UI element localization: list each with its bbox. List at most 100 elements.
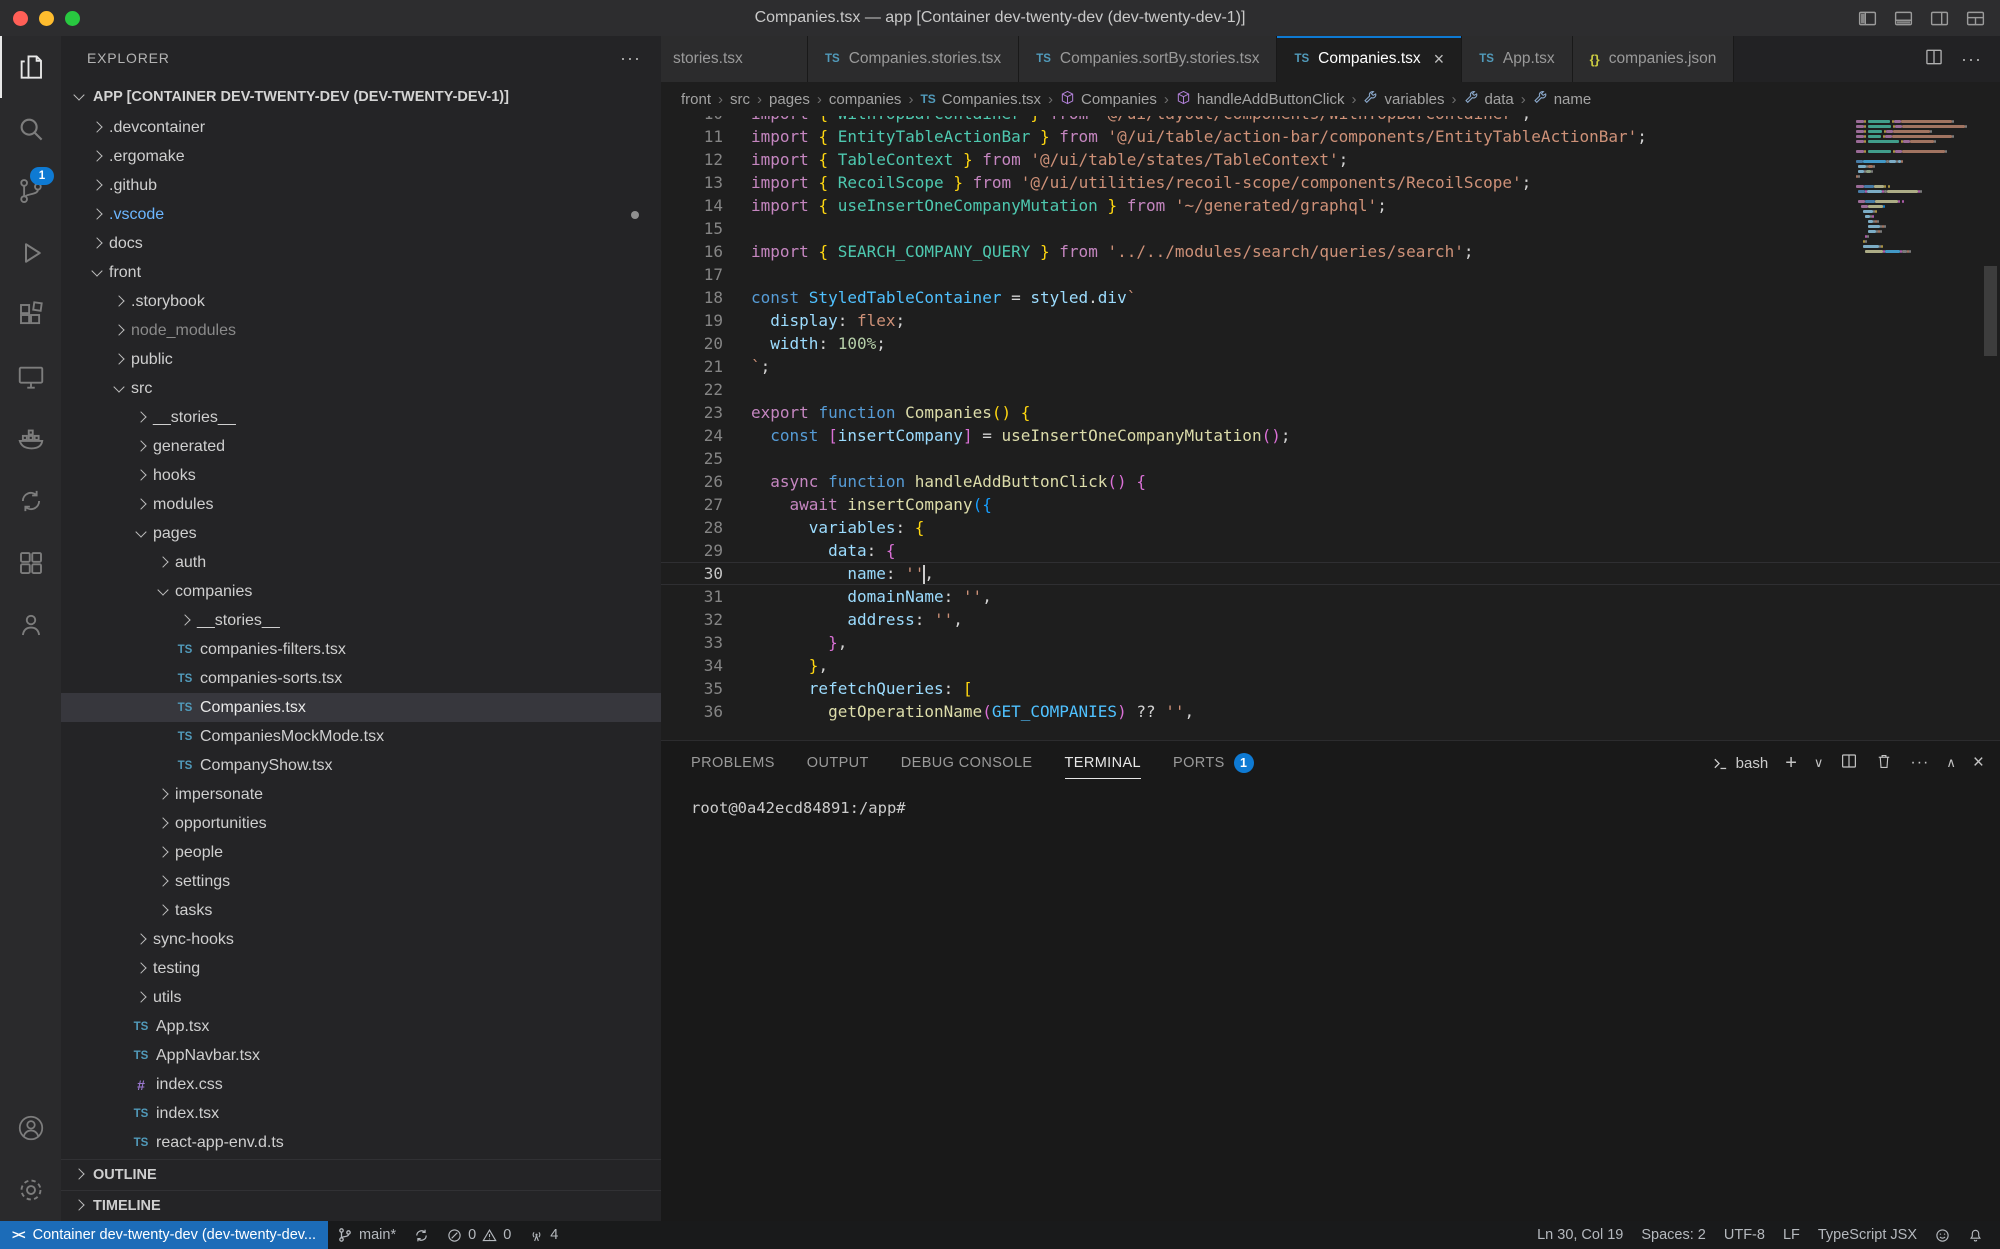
tab-companies.json[interactable]: {}companies.json bbox=[1573, 36, 1735, 82]
line-number[interactable]: 27 bbox=[661, 493, 751, 516]
code-line-36[interactable]: 36 getOperationName(GET_COMPANIES) ?? ''… bbox=[661, 700, 2000, 723]
outline-section-header[interactable]: OUTLINE bbox=[61, 1159, 661, 1190]
line-number[interactable]: 36 bbox=[661, 700, 751, 723]
code-editor[interactable]: 10import { WithTopBarContainer } from '@… bbox=[661, 116, 2000, 741]
line-number[interactable]: 29 bbox=[661, 539, 751, 562]
code-line-24[interactable]: 24 const [insertCompany] = useInsertOneC… bbox=[661, 424, 2000, 447]
code-line-23[interactable]: 23export function Companies() { bbox=[661, 401, 2000, 424]
code-line-26[interactable]: 26 async function handleAddButtonClick()… bbox=[661, 470, 2000, 493]
breadcrumb-item-companies[interactable]: companies bbox=[829, 91, 902, 108]
settings-gear-icon[interactable] bbox=[0, 1159, 61, 1221]
toggle-panel-icon[interactable] bbox=[1893, 8, 1914, 29]
line-number[interactable]: 12 bbox=[661, 148, 751, 171]
close-icon[interactable]: × bbox=[1434, 50, 1445, 68]
breadcrumb-item-pages[interactable]: pages bbox=[769, 91, 810, 108]
tree-item-generated[interactable]: generated bbox=[61, 432, 661, 461]
explorer-more-actions-icon[interactable]: ··· bbox=[620, 48, 641, 69]
tree-item-tasks[interactable]: tasks bbox=[61, 896, 661, 925]
close-panel-icon[interactable]: × bbox=[1973, 752, 1984, 774]
terminal-shell-item[interactable]: bash bbox=[1712, 755, 1769, 772]
line-number[interactable]: 28 bbox=[661, 516, 751, 539]
new-terminal-icon[interactable]: + bbox=[1785, 752, 1797, 775]
code-line-27[interactable]: 27 await insertCompany({ bbox=[661, 493, 2000, 516]
timeline-section-header[interactable]: TIMELINE bbox=[61, 1190, 661, 1221]
tree-item-public[interactable]: public bbox=[61, 345, 661, 374]
encoding-status[interactable]: UTF-8 bbox=[1715, 1221, 1774, 1249]
problems-status[interactable]: 0 0 bbox=[438, 1221, 520, 1249]
tree-item-front[interactable]: front bbox=[61, 258, 661, 287]
customize-layout-icon[interactable] bbox=[1965, 8, 1986, 29]
line-number[interactable]: 33 bbox=[661, 631, 751, 654]
zoom-window-button[interactable] bbox=[65, 11, 80, 26]
terminal-dropdown-icon[interactable]: ∨ bbox=[1814, 755, 1824, 771]
tree-item-__stories__[interactable]: __stories__ bbox=[61, 606, 661, 635]
breadcrumb-item-Companies.tsx[interactable]: TSCompanies.tsx bbox=[920, 91, 1041, 108]
run-debug-icon[interactable] bbox=[0, 222, 61, 284]
feedback-smiley-icon[interactable] bbox=[1926, 1221, 1959, 1249]
breadcrumb-item-front[interactable]: front bbox=[681, 91, 711, 108]
split-terminal-icon[interactable] bbox=[1840, 752, 1858, 775]
breadcrumb-item-Companies[interactable]: Companies bbox=[1060, 90, 1157, 109]
code-line-31[interactable]: 31 domainName: '', bbox=[661, 585, 2000, 608]
code-line-33[interactable]: 33 }, bbox=[661, 631, 2000, 654]
line-number[interactable]: 20 bbox=[661, 332, 751, 355]
line-number[interactable]: 10 bbox=[661, 116, 751, 125]
line-number[interactable]: 31 bbox=[661, 585, 751, 608]
code-line-28[interactable]: 28 variables: { bbox=[661, 516, 2000, 539]
tab-Companies.sortBy.stories.tsx[interactable]: TSCompanies.sortBy.stories.tsx bbox=[1019, 36, 1277, 82]
line-number[interactable]: 22 bbox=[661, 378, 751, 401]
panel-tab-PORTS[interactable]: PORTS1 bbox=[1173, 741, 1254, 785]
tree-item-companies[interactable]: companies bbox=[61, 577, 661, 606]
sync-status[interactable] bbox=[405, 1221, 438, 1249]
line-number[interactable]: 16 bbox=[661, 240, 751, 263]
source-control-icon[interactable]: 1 bbox=[0, 160, 61, 222]
code-line-34[interactable]: 34 }, bbox=[661, 654, 2000, 677]
code-line-12[interactable]: 12import { TableContext } from '@/ui/tab… bbox=[661, 148, 2000, 171]
live-share-icon[interactable] bbox=[0, 594, 61, 656]
code-line-11[interactable]: 11import { EntityTableActionBar } from '… bbox=[661, 125, 2000, 148]
tree-item-docs[interactable]: docs bbox=[61, 229, 661, 258]
code-line-10[interactable]: 10import { WithTopBarContainer } from '@… bbox=[661, 116, 2000, 125]
line-number[interactable]: 25 bbox=[661, 447, 751, 470]
toggle-sidebar-icon[interactable] bbox=[1857, 8, 1878, 29]
tree-item-react-app-env.d.ts[interactable]: TSreact-app-env.d.ts bbox=[61, 1128, 661, 1157]
search-icon[interactable] bbox=[0, 98, 61, 160]
tree-item-.devcontainer[interactable]: .devcontainer bbox=[61, 113, 661, 142]
tree-item-.github[interactable]: .github bbox=[61, 171, 661, 200]
notifications-bell-icon[interactable] bbox=[1959, 1221, 1992, 1249]
line-number[interactable]: 18 bbox=[661, 286, 751, 309]
tree-item-.vscode[interactable]: .vscode bbox=[61, 200, 661, 229]
indent-status[interactable]: Spaces: 2 bbox=[1632, 1221, 1715, 1249]
remote-indicator[interactable]: >< Container dev-twenty-dev (dev-twenty-… bbox=[0, 1221, 328, 1249]
explorer-icon[interactable] bbox=[0, 36, 61, 98]
code-line-16[interactable]: 16import { SEARCH_COMPANY_QUERY } from '… bbox=[661, 240, 2000, 263]
code-line-32[interactable]: 32 address: '', bbox=[661, 608, 2000, 631]
tree-item-CompanyShow.tsx[interactable]: TSCompanyShow.tsx bbox=[61, 751, 661, 780]
kill-terminal-icon[interactable] bbox=[1875, 752, 1893, 775]
line-number[interactable]: 19 bbox=[661, 309, 751, 332]
tree-item-node_modules[interactable]: node_modules bbox=[61, 316, 661, 345]
line-number[interactable]: 13 bbox=[661, 171, 751, 194]
line-number[interactable]: 35 bbox=[661, 677, 751, 700]
tab-stories.tsx[interactable]: stories.tsx bbox=[661, 36, 808, 82]
accounts-icon[interactable] bbox=[0, 1097, 61, 1159]
maximize-panel-icon[interactable]: ∧ bbox=[1946, 755, 1956, 771]
code-line-21[interactable]: 21`; bbox=[661, 355, 2000, 378]
code-line-29[interactable]: 29 data: { bbox=[661, 539, 2000, 562]
code-line-18[interactable]: 18const StyledTableContainer = styled.di… bbox=[661, 286, 2000, 309]
tree-item-AppNavbar.tsx[interactable]: TSAppNavbar.tsx bbox=[61, 1041, 661, 1070]
ports-status[interactable]: 4 bbox=[520, 1221, 567, 1249]
grid-extension-icon[interactable] bbox=[0, 532, 61, 594]
code-line-25[interactable]: 25 bbox=[661, 447, 2000, 470]
tree-item-companies-sorts.tsx[interactable]: TScompanies-sorts.tsx bbox=[61, 664, 661, 693]
panel-tab-TERMINAL[interactable]: TERMINAL bbox=[1065, 741, 1142, 785]
line-number[interactable]: 32 bbox=[661, 608, 751, 631]
terminal-output[interactable]: root@0a42ecd84891:/app# bbox=[661, 785, 2000, 817]
code-line-20[interactable]: 20 width: 100%; bbox=[661, 332, 2000, 355]
split-editor-icon[interactable] bbox=[1924, 47, 1944, 72]
line-number[interactable]: 11 bbox=[661, 125, 751, 148]
line-number[interactable]: 30 bbox=[661, 562, 751, 585]
line-number[interactable]: 24 bbox=[661, 424, 751, 447]
tree-item-Companies.tsx[interactable]: TSCompanies.tsx bbox=[61, 693, 661, 722]
toggle-secondary-sidebar-icon[interactable] bbox=[1929, 8, 1950, 29]
